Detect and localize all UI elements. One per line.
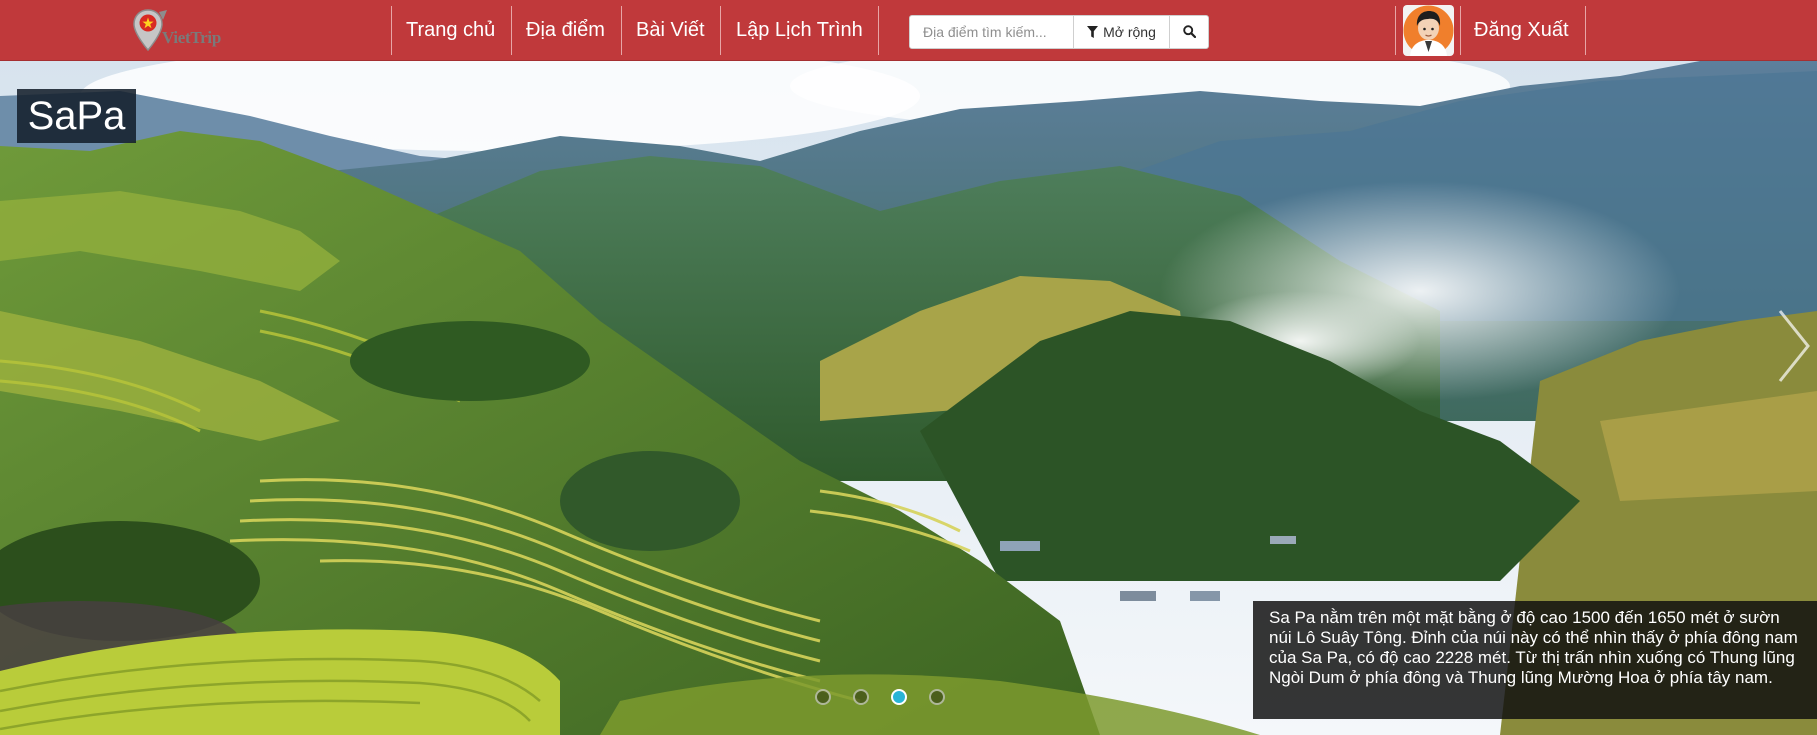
carousel-indicator[interactable] [815, 689, 831, 705]
nav-item-posts[interactable]: Bài Viết [636, 0, 705, 60]
brand-name: VietTrip [162, 28, 221, 47]
top-navbar: VietTrip Trang chủ Địa điểm Bài Viết Lập… [0, 0, 1817, 61]
carousel-indicators [815, 689, 955, 709]
nav-divider [878, 6, 879, 55]
user-avatar-image [1403, 5, 1454, 56]
chevron-right-icon[interactable] [1772, 301, 1816, 391]
search-button[interactable] [1169, 16, 1208, 48]
hero-carousel: SaPa Sa Pa nằm trên một mặt bằng ở độ ca… [0, 61, 1817, 735]
nav-divider [621, 6, 622, 55]
search-group: Mở rộng [909, 15, 1209, 49]
nav-divider [1585, 6, 1586, 55]
expand-filter-label: Mở rộng [1103, 24, 1156, 40]
nav-item-itinerary[interactable]: Lập Lịch Trình [736, 0, 863, 60]
nav-divider [1395, 6, 1396, 55]
slide-description: Sa Pa nằm trên một mặt bằng ở độ cao 150… [1253, 601, 1817, 719]
filter-icon [1087, 26, 1099, 38]
user-avatar[interactable] [1403, 5, 1454, 56]
search-input[interactable] [910, 16, 1073, 48]
expand-filter-button[interactable]: Mở rộng [1073, 16, 1169, 48]
slide-title: SaPa [17, 89, 136, 143]
carousel-indicator-active[interactable] [891, 689, 907, 705]
brand-logo[interactable]: VietTrip [132, 8, 242, 54]
search-icon [1183, 25, 1196, 38]
nav-divider [1460, 6, 1461, 55]
nav-item-home[interactable]: Trang chủ [406, 0, 495, 60]
nav-divider [391, 6, 392, 55]
nav-divider [720, 6, 721, 55]
carousel-indicator[interactable] [853, 689, 869, 705]
carousel-indicator[interactable] [929, 689, 945, 705]
logout-link[interactable]: Đăng Xuất [1474, 0, 1569, 60]
nav-divider [511, 6, 512, 55]
nav-item-places[interactable]: Địa điểm [526, 0, 605, 60]
